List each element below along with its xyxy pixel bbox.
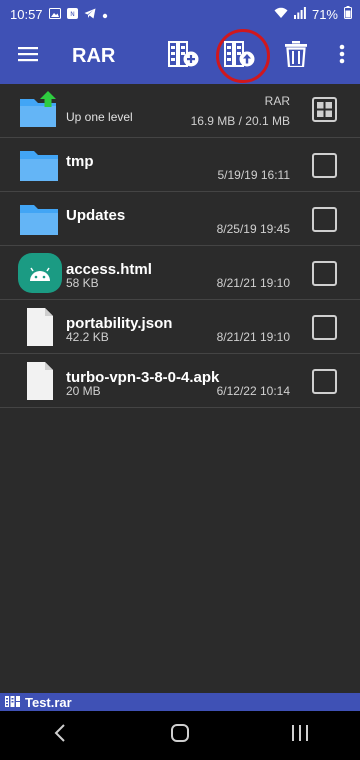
status-bar: 10:57 N 71%	[0, 0, 360, 28]
list-item[interactable]: tmp 5/19/19 16:11	[0, 138, 360, 192]
delete-icon	[285, 40, 307, 72]
system-nav-bar	[0, 711, 360, 760]
add-to-archive-button[interactable]	[156, 28, 212, 84]
archive-path-bar: Test.rar	[0, 693, 360, 711]
recents-button[interactable]	[270, 711, 330, 760]
android-icon	[18, 251, 62, 295]
folder-icon	[18, 197, 62, 241]
file-size: 58 KB	[66, 276, 99, 290]
list-item[interactable]: access.html 58 KB 8/21/21 19:10	[0, 246, 360, 300]
battery-icon	[344, 6, 352, 22]
file-date: 8/25/19 19:45	[216, 222, 290, 236]
more-vert-icon	[339, 44, 345, 69]
status-time: 10:57	[10, 6, 43, 22]
select-checkbox[interactable]	[312, 315, 337, 340]
add-to-archive-icon	[168, 40, 200, 73]
file-date: 8/21/21 19:10	[216, 330, 290, 344]
select-checkbox[interactable]	[312, 153, 337, 178]
file-size: 42.2 KB	[66, 330, 109, 344]
dot-icon	[102, 7, 108, 22]
wifi-icon	[274, 7, 288, 22]
back-button[interactable]	[30, 711, 90, 760]
archive-type: RAR	[264, 94, 290, 108]
home-icon	[171, 724, 189, 747]
file-size: 20 MB	[66, 384, 101, 398]
page-title: RAR	[72, 44, 116, 67]
list-item[interactable]: portability.json 42.2 KB 8/21/21 19:10	[0, 300, 360, 354]
folder-up-icon	[18, 89, 62, 133]
archive-name: Test.rar	[25, 694, 72, 710]
select-checkbox[interactable]	[312, 207, 337, 232]
file-list: Up one level RAR 16.9 MB / 20.1 MB tmp 5…	[0, 84, 360, 408]
file-date: 5/19/19 16:11	[217, 168, 290, 182]
archive-icon	[5, 695, 20, 710]
toolbar-actions	[156, 28, 360, 84]
select-checkbox[interactable]	[312, 261, 337, 286]
up-one-level-row[interactable]: Up one level RAR 16.9 MB / 20.1 MB	[0, 84, 360, 138]
list-item[interactable]: turbo-vpn-3-8-0-4.apk 20 MB 6/12/22 10:1…	[0, 354, 360, 408]
archive-size-info: 16.9 MB / 20.1 MB	[190, 114, 290, 128]
up-one-level-label: Up one level	[66, 110, 133, 124]
back-icon	[54, 724, 66, 747]
highlight-circle	[216, 29, 270, 83]
menu-button[interactable]	[0, 28, 56, 84]
file-name: Updates	[66, 207, 126, 224]
signal-icon	[293, 6, 306, 22]
app-bar: RAR	[0, 28, 360, 84]
folder-icon	[18, 143, 62, 187]
file-icon	[18, 305, 62, 349]
hamburger-icon	[18, 46, 38, 67]
file-name: tmp	[66, 153, 94, 170]
home-button[interactable]	[150, 711, 210, 760]
file-icon	[18, 359, 62, 403]
select-checkbox[interactable]	[312, 369, 337, 394]
recents-icon	[291, 725, 309, 746]
extract-button[interactable]	[212, 28, 270, 84]
battery-percent: 71%	[311, 6, 338, 22]
file-date: 6/12/22 10:14	[216, 384, 290, 398]
delete-button[interactable]	[268, 28, 324, 84]
screen: 10:57 N 71% RAR Up one level RAR 16.9 MB…	[0, 0, 360, 760]
select-all-icon[interactable]	[312, 97, 337, 122]
telegram-icon	[84, 7, 96, 22]
nfc-icon: N	[66, 7, 78, 22]
file-date: 8/21/21 19:10	[216, 276, 290, 290]
more-options-button[interactable]	[324, 28, 360, 84]
svg-text:N: N	[70, 11, 75, 18]
image-icon	[48, 7, 61, 22]
list-item[interactable]: Updates 8/25/19 19:45	[0, 192, 360, 246]
